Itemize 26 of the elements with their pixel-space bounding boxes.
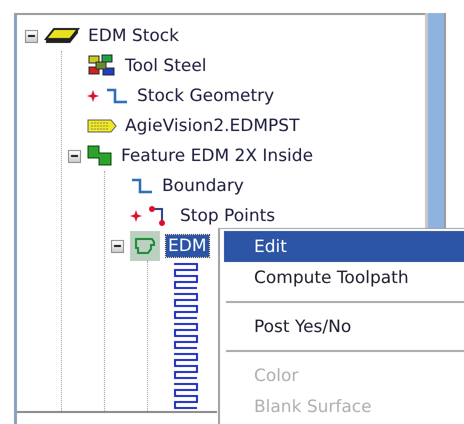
step-line-icon [105,87,129,105]
tree-item[interactable]: EDM Stock [86,25,181,47]
tree-item[interactable]: Boundary [160,175,246,197]
menu-item[interactable]: Compute Toolpath [224,262,464,293]
menu-item[interactable]: Post Yes/No [224,311,464,342]
tree-item[interactable]: Stop Points [178,205,278,227]
zigzag-path-icon [173,262,199,290]
zigzag-path-icon [173,352,199,380]
step-line-icon [130,177,154,195]
menu-item[interactable]: Edit [224,231,464,262]
zigzag-path-icon [173,322,199,350]
tree-item[interactable]: EDM [166,235,208,257]
collapse-toggle[interactable] [25,30,38,42]
blocks-icon [87,54,117,78]
tree-item[interactable]: Feature EDM 2X Inside [119,145,316,167]
zigzag-path-icon [173,292,199,320]
zigzag-path-icon [173,382,199,410]
collapse-toggle[interactable] [111,240,124,252]
tag-icon [87,118,117,134]
contour-icon [130,231,160,261]
tree-item[interactable]: AgieVision2.EDMPST [123,115,302,137]
collapse-toggle[interactable] [68,150,81,162]
tree-item[interactable]: Tool Steel [123,55,209,77]
slab-icon [44,27,80,45]
tree-item[interactable]: Stock Geometry [135,85,276,107]
step-shape-icon [87,145,113,167]
